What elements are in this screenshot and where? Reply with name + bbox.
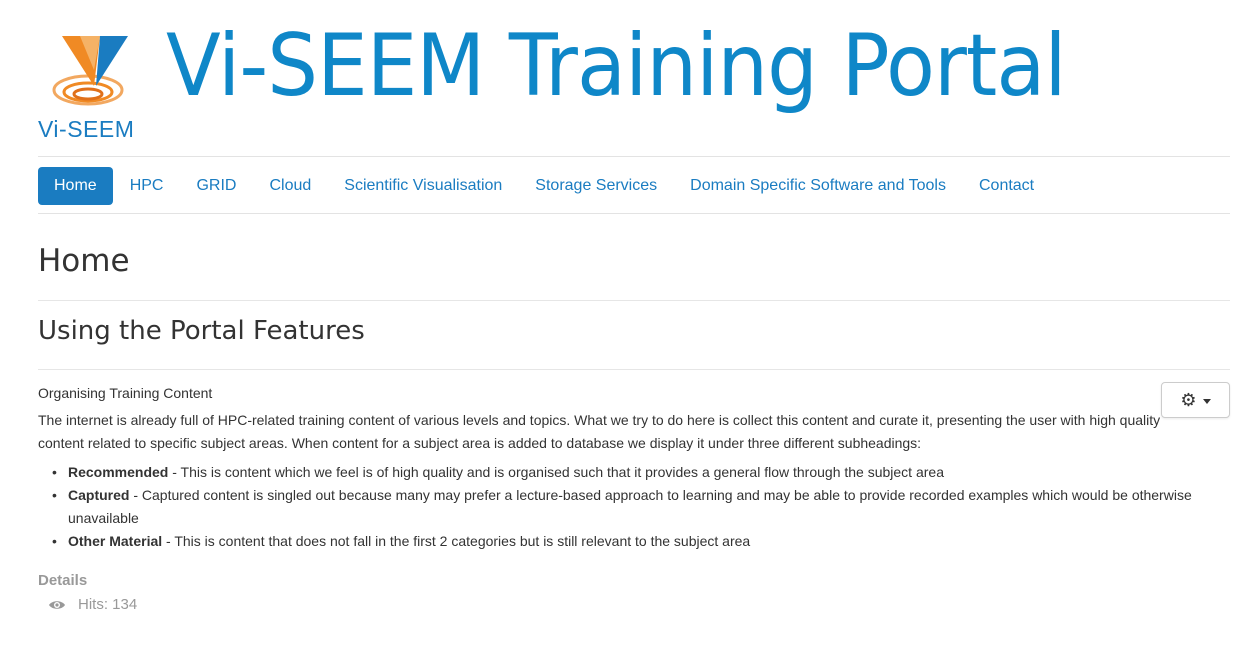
article-intro: The internet is already full of HPC-rela… bbox=[38, 412, 1161, 451]
list-item-term: Recommended bbox=[68, 464, 169, 480]
list-item-text: - This is content that does not fall in … bbox=[162, 533, 751, 549]
nav-item-grid[interactable]: GRID bbox=[180, 167, 252, 205]
nav-item-hpc[interactable]: HPC bbox=[114, 167, 180, 205]
details-label: Details bbox=[38, 572, 88, 589]
nav-list: Home HPC GRID Cloud Scientific Visualisa… bbox=[38, 167, 1051, 205]
nav-item-storage-services[interactable]: Storage Services bbox=[519, 167, 673, 205]
list-item: Other Material - This is content that do… bbox=[52, 530, 1230, 553]
logo-text: Vi-SEEM bbox=[38, 116, 135, 142]
list-item-term: Captured bbox=[68, 487, 130, 503]
main-nav: Home HPC GRID Cloud Scientific Visualisa… bbox=[38, 156, 1230, 214]
article-body: Organising Training Content The internet… bbox=[38, 382, 1230, 553]
site-logo[interactable]: Vi-SEEM bbox=[38, 30, 160, 145]
hits-text: Hits: 134 bbox=[78, 596, 138, 613]
eye-icon bbox=[48, 599, 66, 611]
list-item-term: Other Material bbox=[68, 533, 163, 549]
site-header: Vi-SEEM Vi-SEEM Training Portal bbox=[38, 16, 1230, 145]
site-title[interactable]: Vi-SEEM Training Portal bbox=[166, 16, 1067, 116]
hits-counter: Hits: 134 bbox=[48, 596, 137, 613]
nav-item-contact[interactable]: Contact bbox=[963, 167, 1050, 205]
list-item: Captured - Captured content is singled o… bbox=[52, 484, 1230, 530]
article-subheading: Organising Training Content bbox=[38, 385, 213, 401]
divider bbox=[38, 369, 1230, 370]
page-heading: Home bbox=[38, 243, 130, 279]
divider bbox=[38, 300, 1230, 301]
article-title: Using the Portal Features bbox=[38, 316, 365, 346]
nav-item-cloud[interactable]: Cloud bbox=[253, 167, 327, 205]
subheading-list: Recommended - This is content which we f… bbox=[38, 461, 1230, 553]
nav-item-scientific-visualisation[interactable]: Scientific Visualisation bbox=[328, 167, 518, 205]
list-item-text: - Captured content is singled out becaus… bbox=[68, 487, 1192, 526]
logo-mark-icon bbox=[52, 36, 128, 106]
nav-item-domain-specific-software[interactable]: Domain Specific Software and Tools bbox=[674, 167, 962, 205]
list-item: Recommended - This is content which we f… bbox=[52, 461, 1230, 484]
nav-item-home[interactable]: Home bbox=[38, 167, 113, 205]
list-item-text: - This is content which we feel is of hi… bbox=[168, 464, 944, 480]
